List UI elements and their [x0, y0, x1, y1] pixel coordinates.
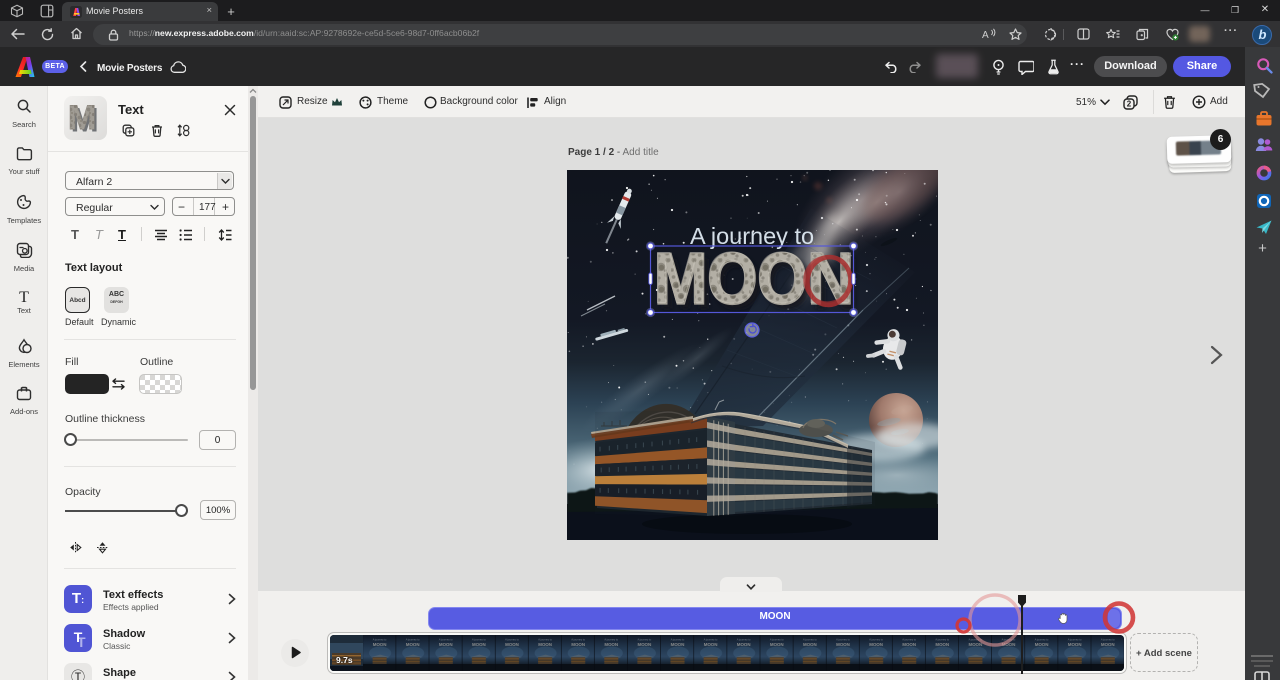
svg-text:M: M [68, 99, 96, 137]
svg-text:A: A [982, 30, 989, 40]
svg-text:2: 2 [1127, 100, 1132, 109]
